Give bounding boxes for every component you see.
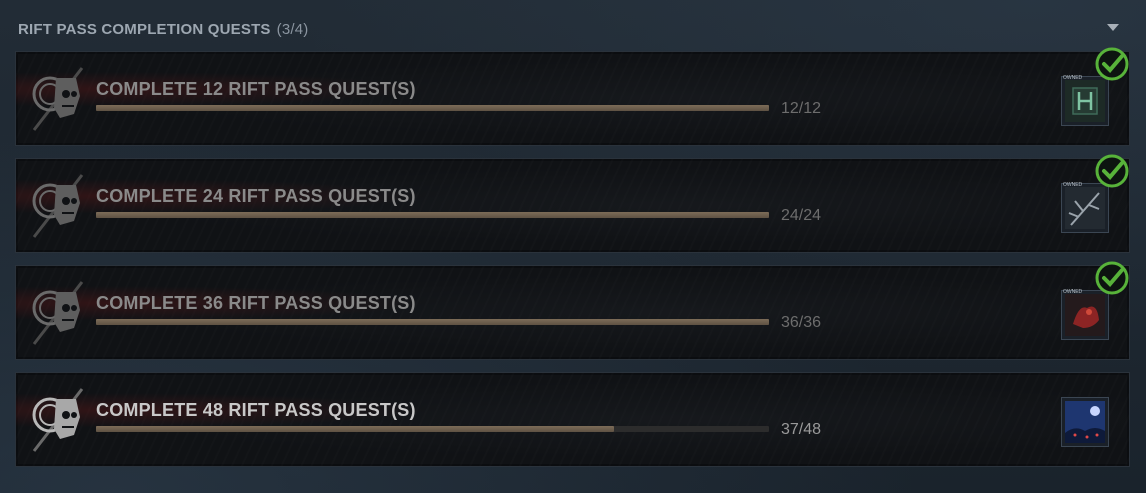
reward-item[interactable] — [1061, 290, 1109, 340]
quest-title: COMPLETE 48 RIFT PASS QUEST(S) — [96, 400, 416, 420]
completed-check-icon — [1095, 261, 1129, 295]
quest-title: COMPLETE 24 RIFT PASS QUEST(S) — [96, 186, 416, 206]
owned-label: OWNED — [1063, 182, 1083, 188]
quest-progress-text: 36/36 — [781, 314, 822, 331]
owned-label: OWNED — [1063, 289, 1083, 295]
quest-progress-fill — [96, 105, 769, 111]
quest-progress-bar — [96, 319, 769, 325]
quest-title: COMPLETE 12 RIFT PASS QUEST(S) — [96, 79, 416, 99]
quest-progress-fill — [96, 212, 769, 218]
quest-title: COMPLETE 36 RIFT PASS QUEST(S) — [96, 293, 416, 313]
quest-progress-bar — [96, 212, 769, 218]
completed-check-icon — [1095, 154, 1129, 188]
rift-skull-emblem-icon — [32, 67, 84, 131]
section-count: (3/4) — [276, 20, 309, 38]
completed-check-icon — [1095, 47, 1129, 81]
quest-row-4: COMPLETE 48 RIFT PASS QUEST(S) 37/48 — [15, 372, 1130, 467]
collapse-arrow-icon[interactable] — [1107, 24, 1119, 31]
quest-progress-text: 12/12 — [781, 100, 822, 117]
rift-skull-emblem-icon — [32, 281, 84, 345]
reward-item[interactable] — [1061, 183, 1109, 233]
owned-label: OWNED — [1063, 75, 1083, 81]
section-title: RIFT PASS COMPLETION QUESTS — [18, 20, 271, 38]
quest-progress-bar — [96, 105, 769, 111]
crimson-creature-icon — [1065, 294, 1105, 336]
section-header[interactable]: RIFT PASS COMPLETION QUESTS (3/4) — [18, 18, 308, 40]
quest-progress-bar — [96, 426, 769, 432]
reward-item[interactable] — [1061, 76, 1109, 126]
quest-progress-text: 37/48 — [781, 421, 822, 438]
emerald-glyph-icon — [1065, 80, 1105, 122]
quest-progress-fill — [96, 426, 615, 432]
night-forest-icon — [1065, 401, 1105, 443]
quest-progress-text: 24/24 — [781, 207, 822, 224]
branch-charm-icon — [1065, 187, 1105, 229]
reward-item[interactable] — [1061, 397, 1109, 447]
rift-skull-emblem-icon — [32, 174, 84, 238]
quest-row-1: COMPLETE 12 RIFT PASS QUEST(S) 12/12 OWN… — [15, 47, 1130, 146]
rift-skull-emblem-icon — [32, 388, 84, 452]
quest-progress-fill — [96, 319, 769, 325]
quest-row-3: COMPLETE 36 RIFT PASS QUEST(S) 36/36 OWN… — [15, 261, 1130, 360]
quest-row-2: COMPLETE 24 RIFT PASS QUEST(S) 24/24 OWN… — [15, 154, 1130, 253]
